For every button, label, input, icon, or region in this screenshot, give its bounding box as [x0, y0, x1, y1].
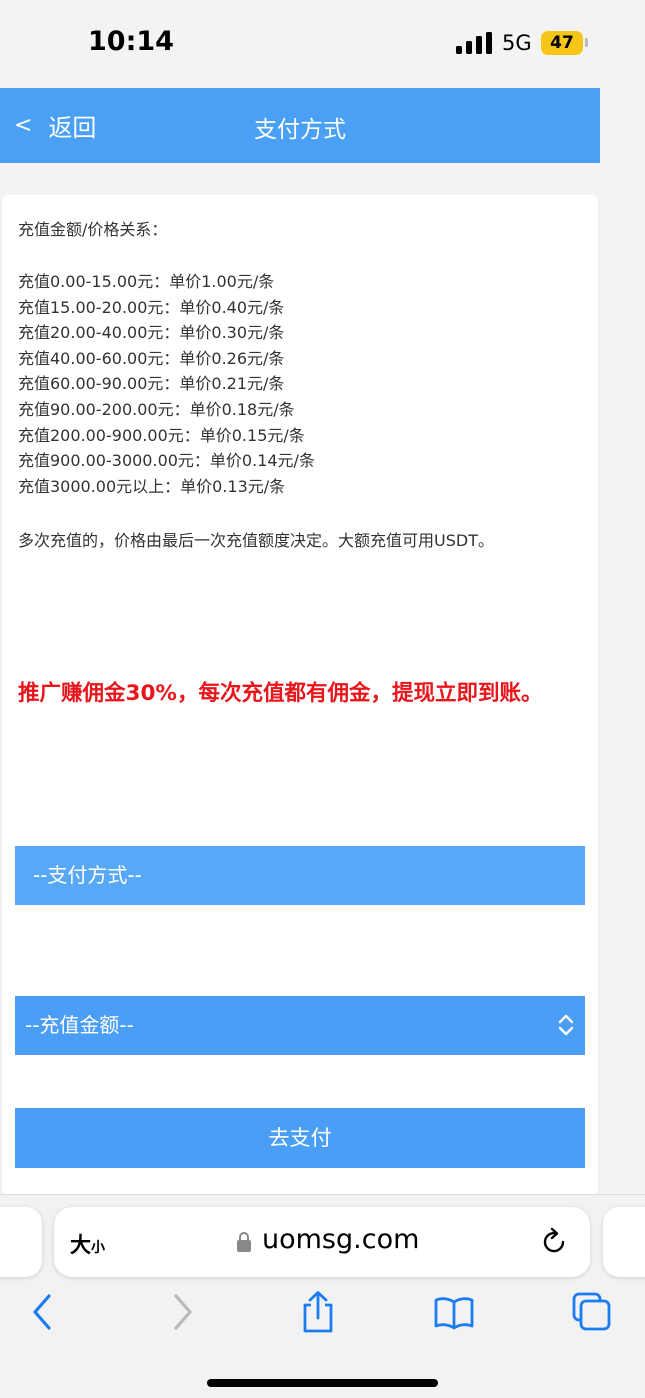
- text-size-button[interactable]: 大小: [70, 1229, 105, 1259]
- multi-recharge-note: 多次充值的，价格由最后一次充值额度决定。大额充值可用USDT。: [18, 531, 494, 551]
- previous-tab-preview[interactable]: [0, 1207, 42, 1277]
- price-row: 充值60.00-90.00元：单价0.21元/条: [18, 374, 285, 394]
- text-size-big: 大: [70, 1233, 91, 1257]
- price-row: 充值200.00-900.00元：单价0.15元/条: [18, 425, 305, 445]
- go-pay-button[interactable]: 去支付: [15, 1108, 585, 1168]
- network-type: 5G: [502, 31, 532, 55]
- payment-method-select[interactable]: --支付方式--: [15, 846, 585, 905]
- browser-toolbar: [0, 1290, 645, 1350]
- share-icon[interactable]: [296, 1290, 340, 1334]
- reload-icon[interactable]: [539, 1227, 569, 1257]
- price-row: 充值40.00-60.00元：单价0.26元/条: [18, 348, 285, 368]
- lock-icon: [237, 1232, 251, 1252]
- price-list: 充值0.00-15.00元：单价1.00元/条 充值15.00-20.00元：单…: [18, 269, 582, 499]
- nav-header: < 返回 支付方式: [0, 88, 600, 163]
- url-text: uomsg.com: [262, 1224, 420, 1255]
- amount-select[interactable]: --充值金额--: [15, 996, 585, 1055]
- price-row: 充值0.00-15.00元：单价1.00元/条: [18, 272, 275, 291]
- page-title: 支付方式: [254, 117, 346, 143]
- price-row: 充值900.00-3000.00元：单价0.14元/条: [18, 451, 315, 471]
- address-bar[interactable]: 大小 uomsg.com: [54, 1207, 590, 1277]
- forward-arrow-icon[interactable]: [160, 1290, 204, 1334]
- promo-text: 推广赚佣金30%，每次充值都有佣金，提现立即到账。: [18, 681, 543, 706]
- text-size-small: 小: [91, 1240, 105, 1256]
- tabs-icon[interactable]: [570, 1290, 614, 1334]
- price-row: 充值20.00-40.00元：单价0.30元/条: [18, 323, 285, 343]
- price-heading: 充值金额/价格关系：: [18, 220, 168, 239]
- status-bar: 10:14 5G 47: [0, 0, 645, 88]
- bookmarks-icon[interactable]: [432, 1290, 476, 1334]
- back-arrow-icon[interactable]: [21, 1290, 65, 1334]
- payment-method-value: --支付方式--: [33, 863, 142, 887]
- amount-value: --充值金额--: [25, 1013, 134, 1037]
- home-indicator: [207, 1379, 438, 1387]
- price-row: 充值90.00-200.00元：单价0.18元/条: [18, 399, 295, 419]
- price-row: 充值15.00-20.00元：单价0.40元/条: [18, 297, 285, 317]
- price-row: 充值3000.00元以上：单价0.13元/条: [18, 476, 286, 496]
- browser-bar: 大小 uomsg.com: [0, 1194, 645, 1398]
- payment-card: 充值金额/价格关系： 充值0.00-15.00元：单价1.00元/条 充值15.…: [2, 195, 598, 1195]
- status-time: 10:14: [88, 26, 174, 57]
- select-updown-icon: [558, 1014, 574, 1036]
- signal-icon: [456, 32, 492, 54]
- next-tab-preview[interactable]: [603, 1207, 645, 1277]
- battery-cap: [585, 38, 588, 47]
- battery-icon: 47: [541, 31, 583, 55]
